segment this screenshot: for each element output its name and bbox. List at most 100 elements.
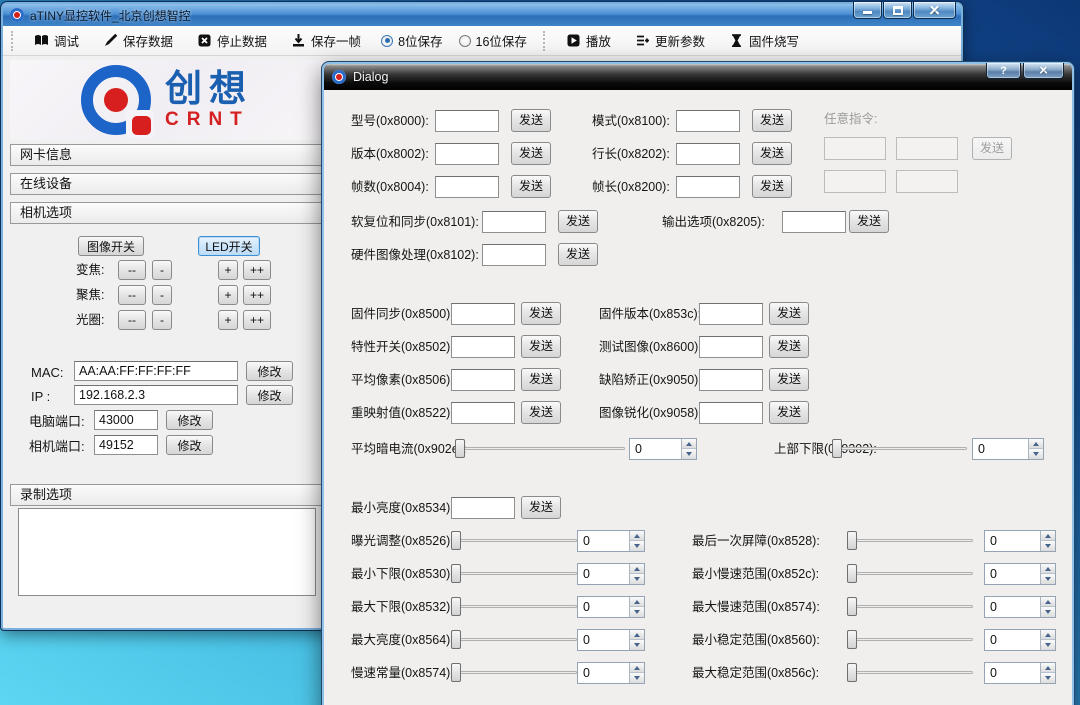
send-button[interactable]: 发送 (511, 142, 551, 165)
send-button[interactable]: 发送 (511, 109, 551, 132)
increase-button[interactable]: + (218, 260, 238, 280)
send-button[interactable]: 发送 (769, 368, 809, 391)
spin-down-button[interactable] (1040, 541, 1055, 551)
spin-up-button[interactable] (629, 564, 644, 574)
spin-up-button[interactable] (629, 597, 644, 607)
any-command-send-button[interactable]: 发送 (972, 137, 1012, 160)
spin-up-button[interactable] (629, 630, 644, 640)
section-header-record[interactable]: 录制选项 (10, 484, 324, 506)
register-input[interactable] (676, 110, 740, 132)
spin-up-button[interactable] (1040, 531, 1055, 541)
spin-down-button[interactable] (629, 640, 644, 650)
dark-current-slider[interactable] (455, 439, 625, 459)
radio-8bit-icon[interactable] (381, 35, 393, 47)
output-option-input[interactable] (782, 211, 846, 233)
cam-port-input[interactable] (94, 435, 158, 455)
register-input[interactable] (451, 336, 515, 358)
send-button[interactable]: 发送 (849, 210, 889, 233)
debug-button[interactable]: 调试 (30, 28, 83, 53)
slider-thumb[interactable] (847, 564, 857, 583)
close-button[interactable] (913, 2, 956, 19)
dark-current-spinbox[interactable]: 0 (629, 438, 697, 460)
value-spinbox[interactable]: 0 (984, 662, 1056, 684)
dialog-titlebar[interactable]: Dialog ? (324, 64, 1072, 90)
slider-thumb[interactable] (847, 663, 857, 682)
slider-thumb[interactable] (847, 531, 857, 550)
decrease-button[interactable]: - (152, 310, 172, 330)
save-frame-button[interactable]: 保存一帧 (287, 28, 365, 53)
spin-down-button[interactable] (1040, 607, 1055, 617)
value-spinbox[interactable]: 0 (984, 629, 1056, 651)
spin-up-button[interactable] (1040, 564, 1055, 574)
slider-thumb[interactable] (847, 630, 857, 649)
toolbar-grip[interactable] (11, 31, 14, 51)
send-button[interactable]: 发送 (769, 335, 809, 358)
play-button[interactable]: 播放 (562, 28, 615, 53)
send-button[interactable]: 发送 (752, 142, 792, 165)
spin-up-button[interactable] (1040, 630, 1055, 640)
slider-thumb[interactable] (451, 597, 461, 616)
pc-port-modify-button[interactable]: 修改 (166, 410, 213, 430)
register-input[interactable] (699, 369, 763, 391)
send-button[interactable]: 发送 (521, 335, 561, 358)
send-button[interactable]: 发送 (521, 302, 561, 325)
radio-16bit[interactable]: 16位保存 (459, 31, 527, 50)
spin-down-button[interactable] (1040, 673, 1055, 683)
register-input[interactable] (435, 176, 499, 198)
mac-modify-button[interactable]: 修改 (246, 361, 293, 381)
dialog-close-button[interactable] (1023, 63, 1064, 79)
increase-fast-button[interactable]: ++ (243, 260, 271, 280)
ip-modify-button[interactable]: 修改 (246, 385, 293, 405)
increase-fast-button[interactable]: ++ (243, 310, 271, 330)
spin-down-button[interactable] (629, 607, 644, 617)
spin-up-button[interactable] (1040, 663, 1055, 673)
send-button[interactable]: 发送 (752, 109, 792, 132)
register-input[interactable] (699, 402, 763, 424)
decrease-button[interactable]: - (152, 260, 172, 280)
decrease-fast-button[interactable]: -- (118, 310, 146, 330)
value-slider[interactable] (451, 531, 577, 551)
spin-down-button[interactable] (629, 574, 644, 584)
firmware-burn-button[interactable]: 固件烧写 (725, 28, 803, 53)
register-input[interactable] (676, 176, 740, 198)
send-button[interactable]: 发送 (521, 496, 561, 519)
send-button[interactable]: 发送 (558, 210, 598, 233)
upper-lower-spinbox[interactable]: 0 (972, 438, 1044, 460)
value-slider[interactable] (451, 597, 577, 617)
section-header-nic[interactable]: 网卡信息 (10, 144, 324, 166)
value-slider[interactable] (847, 630, 973, 650)
spin-down-button[interactable] (1040, 574, 1055, 584)
spin-down-button[interactable] (1040, 640, 1055, 650)
decrease-fast-button[interactable]: -- (118, 285, 146, 305)
register-input[interactable] (451, 303, 515, 325)
cam-port-modify-button[interactable]: 修改 (166, 435, 213, 455)
slider-thumb[interactable] (451, 630, 461, 649)
stop-data-button[interactable]: 停止数据 (193, 28, 271, 53)
section-header-camera[interactable]: 相机选项 (10, 202, 324, 224)
spin-down-button[interactable] (629, 673, 644, 683)
send-button[interactable]: 发送 (511, 175, 551, 198)
value-spinbox[interactable]: 0 (984, 530, 1056, 552)
register-input[interactable] (699, 303, 763, 325)
spin-up-button[interactable] (1040, 597, 1055, 607)
value-slider[interactable] (847, 531, 973, 551)
decrease-fast-button[interactable]: -- (118, 260, 146, 280)
slider-thumb[interactable] (451, 663, 461, 682)
image-switch-button[interactable]: 图像开关 (78, 236, 144, 256)
value-spinbox[interactable]: 0 (577, 530, 645, 552)
value-slider[interactable] (451, 564, 577, 584)
value-slider[interactable] (847, 564, 973, 584)
min-brightness-input[interactable] (451, 497, 515, 519)
slider-thumb[interactable] (847, 597, 857, 616)
register-input[interactable] (451, 402, 515, 424)
section-header-devices[interactable]: 在线设备 (10, 173, 324, 195)
register-input[interactable] (435, 110, 499, 132)
register-input[interactable] (676, 143, 740, 165)
pc-port-input[interactable] (94, 410, 158, 430)
hw-image-input[interactable] (482, 244, 546, 266)
ip-input[interactable] (74, 385, 238, 405)
value-slider[interactable] (451, 663, 577, 683)
spin-up-button[interactable] (629, 663, 644, 673)
value-slider[interactable] (847, 597, 973, 617)
send-button[interactable]: 发送 (521, 401, 561, 424)
